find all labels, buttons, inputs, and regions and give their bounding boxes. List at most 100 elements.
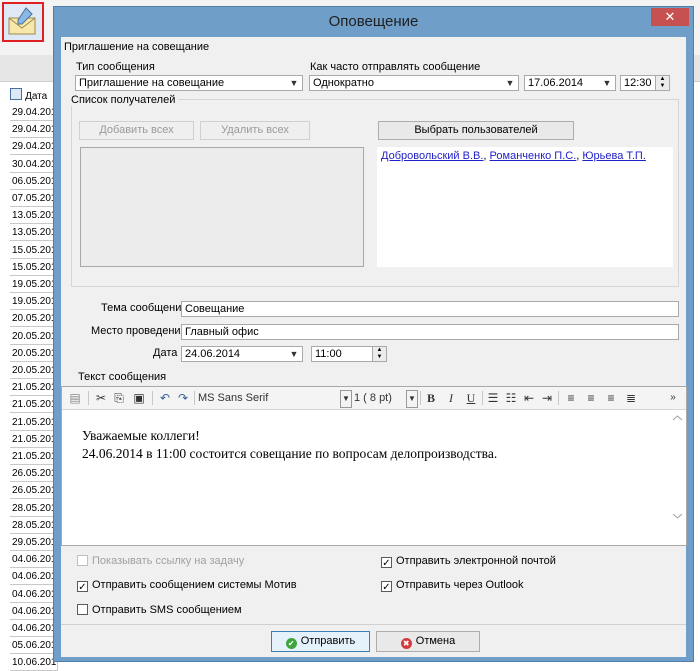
place-input[interactable]: Главный офис [181, 324, 679, 340]
recipients-list[interactable] [80, 147, 364, 267]
send-motiv-checkbox[interactable]: ✓ Отправить сообщением системы Мотив [77, 579, 297, 593]
show-link-checkbox[interactable]: Показывать ссылку на задачу [77, 555, 244, 568]
table-row[interactable]: 29.04.201 [10, 139, 58, 156]
send-outlook-checkbox[interactable]: ✓ Отправить через Outlook [381, 579, 523, 593]
align-right-icon[interactable]: ≡ [604, 390, 618, 406]
align-justify-icon[interactable]: ≣ [624, 390, 638, 406]
table-row[interactable]: 29.04.201 [10, 122, 58, 139]
table-row[interactable]: 04.06.201 [10, 621, 58, 637]
bullet-list-icon[interactable]: ☷ [504, 390, 518, 406]
subject-label: Тема сообщения [101, 302, 188, 314]
table-row[interactable]: 04.06.201 [10, 569, 58, 586]
message-line: Уважаемые коллеги! [82, 428, 200, 443]
table-row[interactable]: 19.05.201 [10, 294, 58, 311]
font-name-select[interactable]: MS Sans Serif [198, 390, 348, 406]
table-row[interactable]: 21.05.201 [10, 414, 58, 431]
table-row[interactable]: 29.04.201 [10, 105, 58, 121]
numbered-list-icon[interactable]: ☰ [486, 390, 500, 406]
scroll-arrows-icon [672, 415, 683, 519]
copy-icon[interactable]: ⎘ [112, 390, 126, 406]
message-content[interactable]: Уважаемые коллеги! 24.06.2014 в 11:00 со… [82, 427, 497, 463]
message-editor[interactable]: ▤ ✂ ⎘ ▣ ↶ ↷ MS Sans Serif ▼ 1 ( 8 pt) ▼ … [61, 386, 687, 546]
recipient-link[interactable]: Юрьева Т.П. [582, 150, 646, 162]
table-row[interactable]: 26.05.201 [10, 466, 58, 483]
section-title: Приглашение на совещание [64, 41, 210, 53]
table-row[interactable]: 05.06.201 [10, 638, 58, 655]
table-row[interactable]: 26.05.201 [10, 483, 58, 500]
check-icon: ✔ [285, 638, 297, 649]
send-button[interactable]: ✔ Отправить [271, 631, 370, 652]
table-row[interactable]: 30.04.201 [10, 156, 58, 173]
table-row[interactable]: 06.05.201 [10, 173, 58, 190]
align-center-icon[interactable]: ≡ [584, 390, 598, 406]
table-row[interactable]: 20.05.201 [10, 328, 58, 345]
date-label: Дата [153, 347, 178, 359]
redo-icon[interactable]: ↷ [176, 390, 190, 406]
underline-icon[interactable]: U [464, 390, 478, 406]
table-row[interactable]: 28.05.201 [10, 500, 58, 517]
dialog-footer: ✔ Отправить ✖ Отмена [61, 624, 686, 657]
checkbox-icon [77, 555, 88, 566]
send-email-checkbox[interactable]: ✓ Отправить электронной почтой [381, 555, 556, 569]
table-row[interactable]: 15.05.201 [10, 242, 58, 259]
table-row[interactable]: 20.05.201 [10, 311, 58, 328]
send-date-picker[interactable]: 17.06.2014 ▼ [524, 75, 616, 91]
chevron-down-icon[interactable]: ▼ [340, 390, 352, 408]
add-all-button[interactable]: Добавить всех [79, 121, 194, 140]
recipient-link[interactable]: Добровольский В.В. [381, 150, 483, 162]
print-icon[interactable]: ▤ [68, 390, 82, 406]
remove-all-button[interactable]: Удалить всех [200, 121, 310, 140]
meeting-date-picker[interactable]: 24.06.2014 ▼ [181, 346, 303, 362]
table-row[interactable]: 19.05.201 [10, 277, 58, 293]
table-row[interactable]: 20.05.201 [10, 345, 58, 362]
align-left-icon[interactable]: ≡ [564, 390, 578, 406]
table-row[interactable]: 20.05.201 [10, 363, 58, 379]
table-row[interactable]: 21.05.201 [10, 397, 58, 414]
cut-icon[interactable]: ✂ [94, 390, 108, 406]
table-row[interactable]: 04.06.201 [10, 586, 58, 603]
spinner-icon[interactable]: ▲ ▼ [655, 76, 669, 90]
meeting-time-input[interactable]: 11:00 ▲ ▼ [311, 346, 387, 362]
spinner-icon[interactable]: ▲ ▼ [372, 347, 386, 361]
table-row[interactable]: 15.05.201 [10, 259, 58, 276]
chevron-down-icon[interactable]: ▼ [406, 390, 418, 408]
date-column-header[interactable]: Дата [10, 88, 54, 104]
place-label: Место проведения [91, 325, 187, 337]
recipient-link[interactable]: Романченко П.С. [490, 150, 577, 162]
table-row[interactable]: 21.05.201 [10, 449, 58, 465]
table-row[interactable]: 21.05.201 [10, 380, 58, 397]
paste-icon[interactable]: ▣ [132, 390, 146, 406]
close-button[interactable]: ✕ [651, 8, 689, 26]
editor-scrollbar[interactable] [669, 410, 686, 526]
more-icon[interactable]: » [666, 390, 680, 406]
subject-input[interactable]: Совещание [181, 301, 679, 317]
chevron-down-icon: ▼ [505, 78, 515, 88]
table-row[interactable]: 04.06.201 [10, 552, 58, 569]
select-users-button[interactable]: Выбрать пользователей [378, 121, 574, 140]
table-row[interactable]: 29.05.201 [10, 535, 58, 551]
italic-icon[interactable]: I [444, 390, 458, 406]
table-row[interactable]: 13.05.201 [10, 208, 58, 225]
editor-toolbar: ▤ ✂ ⎘ ▣ ↶ ↷ MS Sans Serif ▼ 1 ( 8 pt) ▼ … [62, 387, 686, 410]
table-row[interactable]: 13.05.201 [10, 225, 58, 242]
message-type-select[interactable]: Приглашение на совещание ▼ [75, 75, 303, 91]
frequency-select[interactable]: Однократно ▼ [309, 75, 519, 91]
calendar-icon [10, 88, 22, 100]
table-row[interactable]: 04.06.201 [10, 603, 58, 620]
bold-icon[interactable]: B [424, 390, 438, 406]
table-row[interactable]: 21.05.201 [10, 431, 58, 448]
send-sms-checkbox[interactable]: Отправить SMS сообщением [77, 604, 242, 617]
outdent-icon[interactable]: ⇤ [522, 390, 536, 406]
chevron-down-icon: ▼ [289, 78, 299, 88]
send-time-input[interactable]: 12:30 ▲ ▼ [620, 75, 670, 91]
notification-button[interactable] [2, 2, 44, 42]
message-text-label: Текст сообщения [78, 371, 167, 383]
table-row[interactable]: 07.05.201 [10, 191, 58, 207]
checkmark-icon: ✓ [381, 581, 392, 593]
cancel-button[interactable]: ✖ Отмена [376, 631, 480, 652]
font-size-select[interactable]: 1 ( 8 pt) [354, 390, 406, 406]
indent-icon[interactable]: ⇥ [540, 390, 554, 406]
table-row[interactable]: 28.05.201 [10, 517, 58, 534]
undo-icon[interactable]: ↶ [158, 390, 172, 406]
toolbar-separator [482, 391, 483, 405]
